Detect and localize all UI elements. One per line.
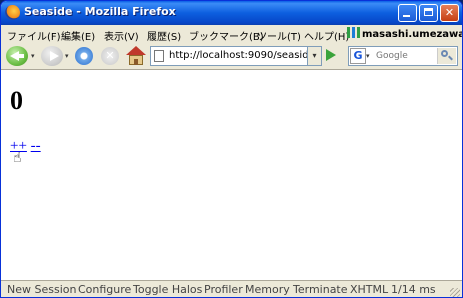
firefox-icon <box>5 5 20 20</box>
menu-edit[interactable]: 編集(E) <box>61 28 95 43</box>
home-icon-door <box>134 59 138 65</box>
hand-cursor-icon: ☝ <box>13 150 22 166</box>
page-icon <box>154 50 164 62</box>
forward-dropdown-icon[interactable]: ▾ <box>65 52 69 60</box>
search-button[interactable] <box>437 48 456 64</box>
stop-button[interactable]: ✕ <box>101 47 119 65</box>
browser-window: Seaside - Mozilla Firefox ✕ ファイル(F) 編集(E… <box>0 0 463 298</box>
forward-button[interactable] <box>41 46 63 66</box>
user-indicator[interactable]: masashi.umezawa <box>347 27 463 40</box>
url-dropdown-icon[interactable]: ▾ <box>307 47 321 65</box>
engine-dropdown-icon[interactable]: ▾ <box>366 52 370 60</box>
user-bars-icon <box>347 27 360 38</box>
window-title: Seaside - Mozilla Firefox <box>24 5 176 18</box>
home-icon <box>126 46 146 55</box>
title-bar[interactable]: Seaside - Mozilla Firefox ✕ <box>1 1 462 25</box>
minimize-button[interactable] <box>398 4 417 22</box>
new-session-link[interactable]: New Session <box>7 283 76 296</box>
terminate-link[interactable]: Terminate <box>293 283 348 296</box>
decrement-link[interactable]: -- <box>31 138 41 154</box>
google-engine-icon[interactable]: G <box>350 48 366 64</box>
back-button[interactable] <box>6 46 28 66</box>
navigation-toolbar: ▾ ▾ ✕ http://localhost:9090/seaside/e: ▾… <box>1 43 462 70</box>
page-content: 0 ++ -- ☝ <box>1 70 462 280</box>
reload-button[interactable] <box>75 47 93 65</box>
profiler-link[interactable]: Profiler <box>204 283 243 296</box>
menu-bookmarks[interactable]: ブックマーク(B) <box>189 28 264 43</box>
maximize-icon <box>424 8 433 16</box>
toggle-halos-link[interactable]: Toggle Halos <box>133 283 202 296</box>
menu-help[interactable]: ヘルプ(H) <box>304 28 349 43</box>
menu-file[interactable]: ファイル(F) <box>7 28 61 43</box>
url-input[interactable]: http://localhost:9090/seaside/e: <box>169 50 307 61</box>
magnifier-icon <box>441 50 448 57</box>
counter-value: 0 <box>10 86 23 115</box>
menu-bar: ファイル(F) 編集(E) 表示(V) 履歴(S) ブックマーク(B) ツール(… <box>1 25 462 43</box>
render-time: 1/14 ms <box>391 283 436 296</box>
search-input[interactable] <box>374 48 440 64</box>
close-button[interactable]: ✕ <box>440 4 459 22</box>
go-button[interactable] <box>326 49 336 61</box>
menu-tools[interactable]: ツール(T) <box>257 28 301 43</box>
xhtml-link[interactable]: XHTML <box>350 283 388 296</box>
back-dropdown-icon[interactable]: ▾ <box>31 52 35 60</box>
seaside-toolbar: New Session Configure Toggle Halos Profi… <box>1 280 462 297</box>
memory-link[interactable]: Memory <box>245 283 290 296</box>
search-bar: G ▾ <box>348 46 458 66</box>
address-bar[interactable]: http://localhost:9090/seaside/e: ▾ <box>150 46 322 66</box>
minimize-icon <box>403 15 410 17</box>
magnifier-handle <box>448 55 453 61</box>
user-name: masashi.umezawa <box>362 29 463 40</box>
maximize-button[interactable] <box>419 4 438 22</box>
menu-history[interactable]: 履歴(S) <box>147 28 181 43</box>
configure-link[interactable]: Configure <box>78 283 131 296</box>
menu-view[interactable]: 表示(V) <box>104 28 139 43</box>
resize-grip-icon[interactable] <box>450 288 460 297</box>
home-button[interactable] <box>126 46 146 66</box>
